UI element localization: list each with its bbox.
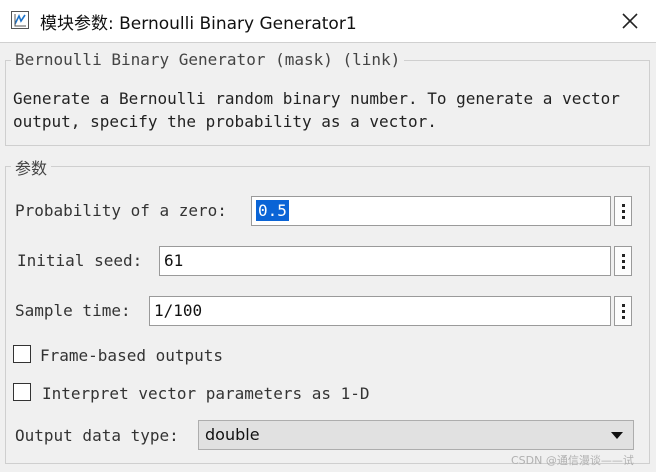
frame-based-label[interactable]: Frame-based outputs <box>40 346 223 365</box>
title-bar: 模块参数: Bernoulli Binary Generator1 <box>0 0 656 43</box>
seed-menu-button[interactable] <box>614 246 632 276</box>
simulink-block-icon <box>11 11 29 29</box>
probability-value: 0.5 <box>256 200 289 221</box>
interpret-1d-checkbox[interactable] <box>13 383 31 401</box>
probability-label: Probability of a zero: <box>15 201 227 220</box>
seed-label: Initial seed: <box>17 251 143 270</box>
output-type-select[interactable]: double <box>198 420 634 450</box>
sample-time-input[interactable]: 1/100 <box>149 296 611 326</box>
dropdown-arrow-icon <box>611 432 623 439</box>
close-button[interactable] <box>614 5 646 37</box>
sample-time-label: Sample time: <box>15 301 131 320</box>
output-type-label: Output data type: <box>15 426 179 445</box>
probability-input[interactable]: 0.5 <box>251 196 611 226</box>
probability-menu-button[interactable] <box>614 196 632 226</box>
seed-input[interactable]: 61 <box>159 246 611 276</box>
interpret-1d-label[interactable]: Interpret vector parameters as 1-D <box>42 384 370 403</box>
sample-time-value: 1/100 <box>154 301 203 320</box>
sample-time-menu-button[interactable] <box>614 296 632 326</box>
seed-value: 61 <box>164 251 184 270</box>
frame-based-checkbox[interactable] <box>13 345 31 363</box>
close-icon <box>622 13 638 29</box>
window-title: 模块参数: Bernoulli Binary Generator1 <box>40 14 357 34</box>
parameters-group-title: 参数 <box>11 155 52 179</box>
watermark: CSDN @通信漫谈——试 <box>511 454 634 467</box>
description-group-title: Bernoulli Binary Generator (mask) (link) <box>11 50 405 69</box>
block-description: Generate a Bernoulli random binary numbe… <box>13 89 620 131</box>
output-type-value: double <box>205 425 260 444</box>
